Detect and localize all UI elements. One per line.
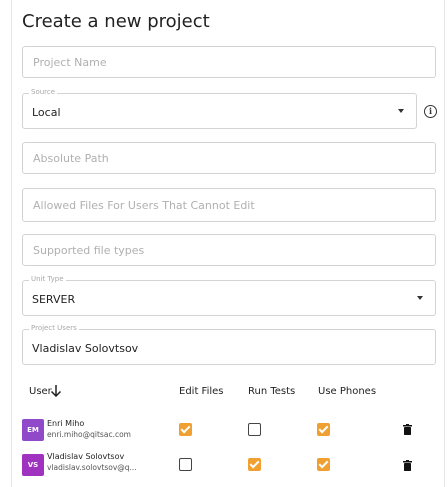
supported-file-types-placeholder: Supported file types	[33, 244, 145, 257]
project-name-field[interactable]: Project Name	[22, 46, 436, 78]
absolute-path-field[interactable]: Absolute Path	[22, 142, 436, 174]
user-email: enri.miho@qitsac.com	[47, 430, 131, 439]
run-tests-checkbox[interactable]	[248, 423, 261, 436]
user-name: Enri Miho	[47, 419, 85, 428]
column-header-use-phones: Use Phones	[318, 386, 377, 397]
project-name-placeholder: Project Name	[33, 56, 107, 69]
edit-files-checkbox[interactable]	[179, 458, 192, 471]
allowed-files-placeholder: Allowed Files For Users That Cannot Edit	[33, 199, 255, 212]
unit-type-select[interactable]: Unit Type SERVER	[22, 275, 436, 316]
source-select[interactable]: Source Local	[22, 88, 417, 129]
source-label: Source	[29, 88, 58, 96]
project-users-field[interactable]: Project Users Vladislav Solovtsov	[22, 324, 436, 365]
trash-icon[interactable]	[403, 424, 412, 435]
supported-file-types-field[interactable]: Supported file types	[22, 234, 436, 266]
project-users-value: Vladislav Solovtsov	[32, 342, 139, 355]
use-phones-checkbox[interactable]	[317, 458, 330, 471]
page-title: Create a new project	[22, 11, 210, 32]
unit-type-label: Unit Type	[29, 275, 66, 283]
column-header-run-tests: Run Tests	[248, 386, 296, 397]
sort-arrow-down-icon[interactable]	[50, 384, 62, 397]
unit-type-value: SERVER	[32, 293, 76, 306]
avatar: VS	[22, 454, 44, 476]
user-email: vladislav.solovtsov@q...	[47, 463, 137, 472]
source-value: Local	[32, 106, 61, 119]
column-header-user[interactable]: User	[29, 386, 52, 397]
allowed-files-field[interactable]: Allowed Files For Users That Cannot Edit	[22, 188, 436, 222]
avatar: EM	[22, 419, 44, 441]
run-tests-checkbox[interactable]	[248, 458, 261, 471]
chevron-down-icon	[417, 296, 423, 300]
chevron-down-icon	[398, 109, 404, 113]
user-name: Vladislav Solovtsov	[47, 452, 125, 461]
trash-icon[interactable]	[403, 460, 412, 471]
column-header-edit-files: Edit Files	[179, 386, 224, 397]
project-users-label: Project Users	[29, 324, 79, 332]
use-phones-checkbox[interactable]	[317, 423, 330, 436]
edit-files-checkbox[interactable]	[179, 423, 192, 436]
info-icon[interactable]: i	[424, 105, 437, 118]
absolute-path-placeholder: Absolute Path	[33, 152, 109, 165]
